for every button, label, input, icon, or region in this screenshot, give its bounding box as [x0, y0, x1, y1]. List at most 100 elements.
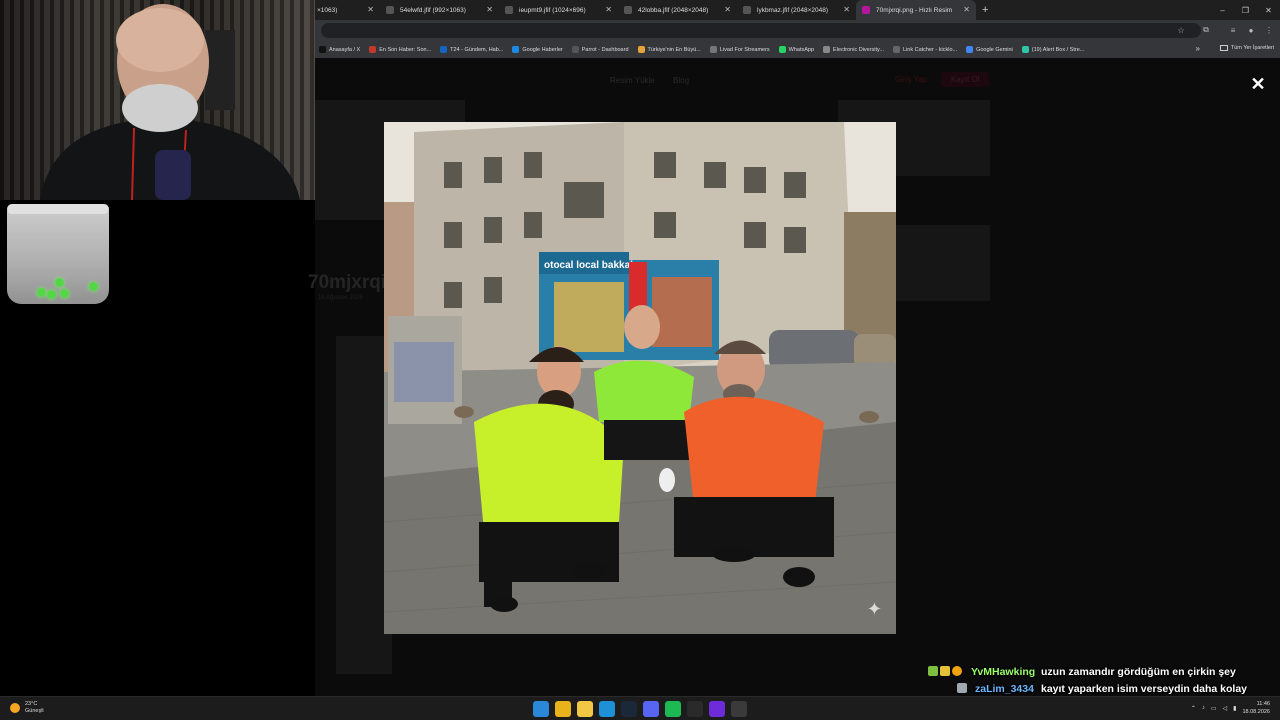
bookmark-favicon-icon — [966, 46, 974, 53]
close-overlay-button[interactable]: ✕ — [1249, 74, 1267, 94]
clock[interactable]: 11:46 18.08.2026 — [1242, 700, 1270, 716]
explorer-icon[interactable] — [577, 701, 593, 717]
gem-icon — [55, 278, 64, 287]
all-bookmarks-button[interactable]: Tüm Yer İşaretleri — [1219, 45, 1274, 51]
bookmark-label: Electronic Diversity... — [833, 46, 884, 53]
volume-icon[interactable]: ◁ — [1223, 705, 1228, 712]
tab-4[interactable]: lykbmaz.jfif (2048×2048) ✕ — [737, 0, 856, 20]
crown-icon — [940, 666, 950, 676]
tab-close-icon[interactable]: ✕ — [605, 5, 612, 15]
bookmark-favicon-icon — [440, 46, 448, 53]
tab-title: lykbmaz.jfif (2048×2048) — [757, 6, 828, 14]
bookmark-4[interactable]: Parrot - Dashboard — [571, 46, 629, 53]
bookmark-0[interactable]: Anasayfa / X — [319, 46, 360, 53]
mic-icon[interactable]: ♪ — [1202, 705, 1205, 711]
start-icon[interactable] — [533, 701, 549, 717]
minimize-button[interactable]: – — [1211, 0, 1234, 20]
spotify-icon[interactable] — [665, 701, 681, 717]
chat-username[interactable]: zaLim_3434 — [975, 683, 1034, 695]
bookmark-favicon-icon — [778, 46, 786, 53]
page-date: 18 Ağustos 2026 — [318, 295, 363, 301]
tab-close-icon[interactable]: ✕ — [843, 5, 850, 15]
steam-icon[interactable] — [621, 701, 637, 717]
bookmarks-more-button[interactable]: » — [1196, 44, 1200, 53]
bookmark-label: Livad For Streamers — [719, 46, 770, 53]
gem-icon — [89, 282, 98, 291]
network-icon[interactable]: ▭ — [1211, 705, 1217, 712]
chat-text: uzun zamandır gördüğüm en çirkin şey — [1041, 666, 1236, 678]
bookmark-9[interactable]: Link Catcher - kicklo... — [892, 46, 957, 53]
menu-icon[interactable]: ⋮ — [1263, 24, 1275, 36]
bookmark-label: Parrot - Dashboard — [581, 46, 629, 53]
weather-temp: 23°C — [25, 701, 38, 707]
tab-0[interactable]: ×1063) ✕ — [315, 0, 380, 20]
gem-icon — [47, 290, 56, 299]
bookmark-label: Türkiye'nin En Büyü... — [647, 46, 701, 53]
tab-title: 70mjxrqi.png - Hızlı Resim — [876, 6, 953, 14]
tab-bar: ×1063) ✕ 54elwfd.jfif (992×1063) ✕ ieupmt9.j… — [315, 0, 1280, 20]
bookmark-10[interactable]: Google Gemini — [966, 46, 1013, 53]
bookmark-6[interactable]: Livad For Streamers — [709, 46, 770, 53]
tab-close-icon[interactable]: ✕ — [963, 5, 970, 15]
badge-icon — [928, 666, 938, 676]
gem-icon — [60, 289, 69, 298]
street-scene-photo: otocal local bakkal — [384, 122, 896, 634]
close-window-button[interactable]: ✕ — [1257, 0, 1280, 20]
bookmark-2[interactable]: T24 - Gündem, Hab... — [440, 46, 503, 53]
kick-icon[interactable] — [709, 701, 725, 717]
battery-icon[interactable]: ▮ — [1233, 705, 1236, 712]
streamer-photo — [40, 4, 300, 200]
bookmark-label: WhatsApp — [788, 46, 815, 53]
star-icon[interactable]: ☆ — [1175, 24, 1187, 36]
bookmark-favicon-icon — [892, 46, 900, 53]
tab-close-icon[interactable]: ✕ — [724, 5, 731, 15]
page-title: 70mjxrqi — [308, 272, 387, 293]
chat-username[interactable]: YvMHawking — [971, 666, 1035, 678]
nav-link-blog[interactable]: Blog — [673, 76, 689, 85]
edge-icon[interactable] — [599, 701, 615, 717]
media-icon[interactable]: ≡ — [1227, 24, 1239, 36]
bookmark-favicon-icon — [637, 46, 645, 53]
address-bar[interactable] — [321, 23, 1201, 38]
chrome-icon[interactable] — [555, 701, 571, 717]
bookmark-7[interactable]: WhatsApp — [778, 46, 815, 53]
tab-favicon-icon — [624, 6, 632, 14]
preview-image: otocal local bakkal ✦ — [384, 122, 896, 634]
tray-chevron-icon[interactable]: ⌃ — [1191, 705, 1196, 712]
tab-5[interactable]: 70mjxrqi.png - Hızlı Resim ✕ — [856, 0, 976, 20]
tab-3[interactable]: 42lobba.jfif (2048×2048) ✕ — [618, 0, 737, 20]
bookmark-favicon-icon — [709, 46, 717, 53]
epic-icon[interactable] — [687, 701, 703, 717]
bookmark-1[interactable]: En Son Haber: Son... — [369, 46, 431, 53]
bookmark-8[interactable]: Electronic Diversity... — [823, 46, 884, 53]
login-button[interactable]: Giriş Yap — [895, 75, 927, 84]
new-tab-button[interactable]: + — [982, 4, 988, 16]
weather-widget[interactable]: 23°C Güneşli — [10, 701, 44, 715]
bookmark-5[interactable]: Türkiye'nin En Büyü... — [637, 46, 701, 53]
restore-button[interactable]: ❐ — [1234, 0, 1257, 20]
chat-text: kayıt yaparken isim verseydin daha kolay — [1041, 683, 1248, 695]
taskbar: 23°C Güneşli ⌃ ♪ ▭ ◁ ▮ 11:46 18.08.2026 — [0, 696, 1280, 720]
tab-favicon-icon — [862, 6, 870, 14]
window-controls: – ❐ ✕ — [1211, 0, 1280, 20]
tab-2[interactable]: ieupmt9.jfif (1024×696) ✕ — [499, 0, 618, 20]
register-button[interactable]: Kayıt Ol — [941, 72, 990, 87]
bookmark-3[interactable]: Google Haberler — [512, 46, 563, 53]
tab-1[interactable]: 54elwfd.jfif (992×1063) ✕ — [380, 0, 499, 20]
tab-title: ieupmt9.jfif (1024×696) — [519, 6, 586, 14]
tab-close-icon[interactable]: ✕ — [367, 5, 374, 15]
taskbar-apps — [533, 701, 747, 717]
clock-date: 18.08.2026 — [1242, 709, 1270, 715]
bookmarks-bar: Anasayfa / X En Son Haber: Son... T24 - Gü… — [315, 41, 1280, 58]
tab-close-icon[interactable]: ✕ — [486, 5, 493, 15]
extensions-icon[interactable]: ⧉ — [1200, 24, 1212, 36]
discord-icon[interactable] — [643, 701, 659, 717]
shop-sign: otocal local bakkal — [544, 260, 633, 271]
profile-icon[interactable]: ● — [1245, 24, 1257, 36]
bookmark-11[interactable]: (19) Alert Box / Stre... — [1021, 46, 1084, 53]
sparkle-icon: ✦ — [866, 599, 882, 619]
obs-icon[interactable] — [731, 701, 747, 717]
system-tray: ⌃ ♪ ▭ ◁ ▮ 11:46 18.08.2026 — [1191, 700, 1270, 716]
nav-link-upload[interactable]: Resim Yükle — [610, 76, 655, 85]
badge-icon — [957, 683, 967, 693]
